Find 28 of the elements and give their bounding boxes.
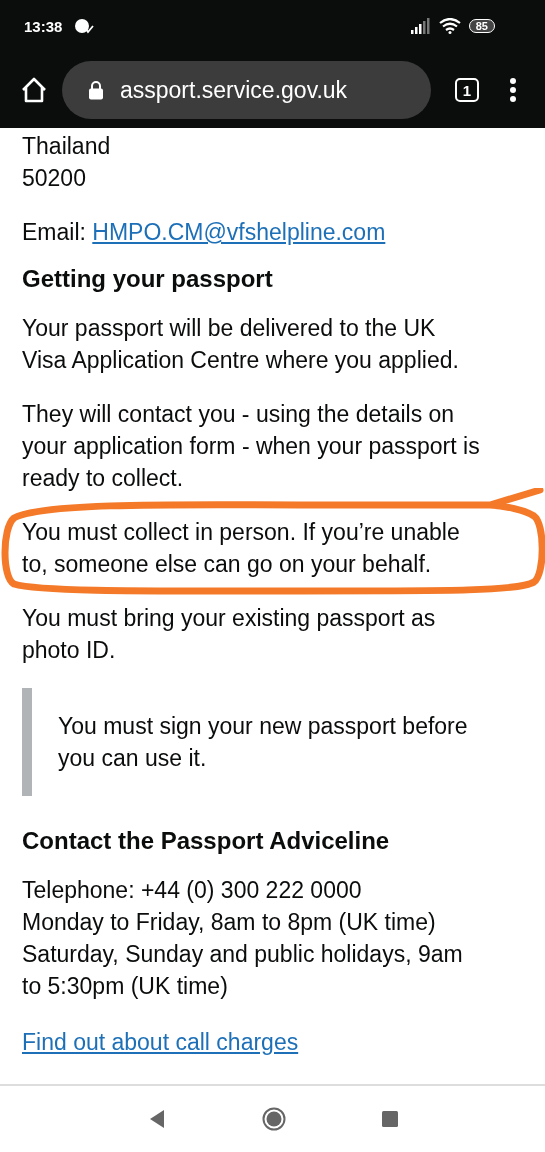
address-line: Thailand	[22, 132, 112, 161]
url-text: assport.service.gov.uk	[120, 76, 348, 104]
address-bar[interactable]: assport.service.gov.uk	[62, 61, 431, 119]
address-line: 50200	[22, 164, 87, 193]
section-heading: Contact the Passport Adviceline	[22, 826, 391, 856]
battery-indicator: 85	[468, 19, 495, 33]
lock-icon	[88, 80, 104, 100]
paragraph: Your passport will be delivered to the UK Visa Application Centre where you applied.	[22, 314, 460, 375]
recents-icon[interactable]	[381, 1111, 398, 1127]
contact-line: Monday to Friday, 8am to 8pm (UK time)	[22, 908, 437, 937]
signal-icon	[410, 18, 431, 34]
home-button-icon[interactable]	[261, 1107, 286, 1131]
app-notification-icon	[74, 17, 95, 35]
email-label: Email:	[22, 219, 86, 245]
paragraph: You must bring your existing passport as photo ID.	[22, 604, 437, 665]
contact-line: Saturday, Sunday and public holidays, 9am to 5:30pm (UK time)	[22, 940, 464, 1001]
tab-count-button[interactable]: 1	[455, 78, 479, 102]
call-charges-link[interactable]: Find out about call charges	[22, 1029, 299, 1055]
email-link[interactable]: HMPO.CM@vfshelpline.com	[92, 219, 386, 245]
wifi-icon	[438, 18, 461, 34]
inset-text: You must sign your new passport before you can use it.	[22, 688, 485, 796]
menu-icon[interactable]	[509, 77, 517, 103]
contact-line: Telephone: +44 (0) 300 222 0000	[22, 876, 363, 905]
paragraph: You must collect in person. If you’re unable to, someone else can go on your behalf.	[22, 518, 461, 579]
section-heading: Getting your passport	[22, 264, 274, 294]
status-time: 13:38	[24, 17, 63, 35]
paragraph: They will contact you - using the details on your application form - when your passport is ready to collect.	[22, 400, 481, 493]
home-icon[interactable]	[20, 76, 48, 104]
